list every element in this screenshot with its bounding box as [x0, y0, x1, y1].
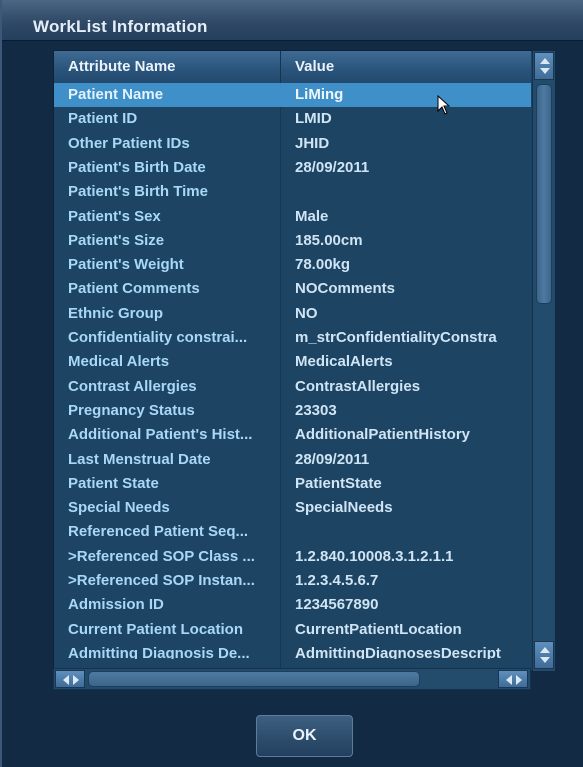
scroll-down-button[interactable]	[534, 641, 554, 669]
attribute-value-cell: SpecialNeeds	[295, 499, 393, 517]
worklist-information-dialog: WorkList Information Attribute Name Valu…	[0, 0, 583, 767]
scroll-right-button[interactable]	[498, 670, 528, 688]
attribute-name-cell: Patient Name	[68, 86, 164, 103]
table-row[interactable]: Pregnancy Status 23303	[54, 399, 531, 423]
attribute-value-cell: 23303	[295, 401, 337, 419]
table-row[interactable]: Patient's Birth Time	[54, 180, 531, 204]
horizontal-scroll-thumb[interactable]	[88, 671, 420, 687]
table-row[interactable]: Ethnic Group NO	[54, 302, 531, 326]
table-row[interactable]: Patient ID LMID	[54, 107, 531, 131]
scroll-up-button[interactable]	[534, 52, 554, 80]
table-row[interactable]: Patient's Sex Male	[54, 205, 531, 229]
attribute-name-cell: Admission ID	[68, 596, 164, 614]
attribute-value-cell: JHID	[295, 134, 330, 152]
table-row[interactable]: Patient State PatientState	[54, 472, 531, 496]
table-row[interactable]: Additional Patient's Hist... AdditionalPa…	[54, 423, 531, 447]
table-row[interactable]: >Referenced SOP Class ... 1.2.840.10008.3…	[54, 545, 531, 569]
table-row[interactable]: Confidentiality constrai... m_strConfiden…	[54, 326, 531, 350]
column-header-value[interactable]: Value	[295, 58, 334, 75]
attribute-value-cell: PatientState	[295, 474, 382, 492]
column-header-attribute-name[interactable]: Attribute Name	[68, 58, 176, 75]
table-row[interactable]: Patient's Size 185.00cm	[54, 229, 531, 253]
attribute-name-cell: Other Patient IDs	[68, 134, 190, 152]
attribute-name-cell: Patient's Weight	[68, 256, 184, 274]
scroll-left-button[interactable]	[55, 670, 85, 688]
table-row[interactable]: Patient Name LiMing	[54, 83, 531, 107]
attribute-name-cell: Patient's Birth Date	[68, 158, 206, 176]
attribute-value-cell: LiMing	[295, 86, 344, 103]
mouse-pointer-icon	[437, 95, 451, 115]
attribute-name-cell: Admitting Diagnosis De...	[68, 644, 250, 659]
attribute-value-cell: CurrentPatientLocation	[295, 620, 462, 638]
attribute-value-cell: 1.2.840.10008.3.1.2.1.1	[295, 547, 454, 565]
attribute-name-cell: Patient's Sex	[68, 207, 161, 225]
attribute-value-cell: 1.2.3.4.5.6.7	[295, 572, 379, 589]
attribute-name-cell: Current Patient Location	[68, 620, 244, 638]
attribute-value-cell: MedicalAlerts	[295, 353, 393, 371]
vertical-scroll-thumb[interactable]	[536, 84, 552, 304]
attribute-name-cell: Additional Patient's Hist...	[68, 426, 253, 444]
arrow-up-icon	[540, 58, 550, 74]
vertical-scrollbar[interactable]	[532, 51, 555, 671]
table-row[interactable]: Medical Alerts MedicalAlerts	[54, 350, 531, 374]
attribute-table: Attribute Name Value Patient Name LiMing P…	[53, 50, 555, 672]
attribute-name-cell: >Referenced SOP Instan...	[68, 572, 255, 589]
table-row[interactable]: >Referenced SOP Instan... 1.2.3.4.5.6.7	[54, 569, 531, 593]
arrow-down-icon	[540, 647, 550, 663]
attribute-value-cell: ContrastAllergies	[295, 377, 421, 395]
attribute-value-cell: 185.00cm	[295, 231, 363, 249]
attribute-name-cell: Patient's Size	[68, 231, 165, 249]
attribute-name-cell: Patient State	[68, 474, 159, 492]
attribute-name-cell: >Referenced SOP Class ...	[68, 547, 255, 565]
table-row[interactable]: Patient's Weight 78.00kg	[54, 253, 531, 277]
table-row[interactable]: Current Patient Location CurrentPatientLo…	[54, 618, 531, 642]
table-row[interactable]: Admitting Diagnosis De... AdmittingDiagno…	[54, 642, 531, 659]
attribute-value-cell: LMID	[295, 110, 332, 128]
horizontal-scrollbar[interactable]	[53, 668, 531, 690]
attribute-value-cell: 1234567890	[295, 596, 379, 614]
arrow-right-icon	[506, 675, 522, 685]
table-row[interactable]: Last Menstrual Date 28/09/2011	[54, 448, 531, 472]
attribute-name-cell: Patient ID	[68, 110, 138, 128]
table-header: Attribute Name Value	[54, 51, 531, 84]
attribute-name-cell: Contrast Allergies	[68, 377, 197, 395]
attribute-value-cell: 28/09/2011	[295, 450, 370, 468]
attribute-name-cell: Patient's Birth Time	[68, 183, 208, 201]
attribute-value-cell: Male	[295, 207, 329, 225]
table-row[interactable]: Patient Comments NOComments	[54, 277, 531, 301]
attribute-name-cell: Referenced Patient Seq...	[68, 523, 249, 541]
attribute-name-cell: Ethnic Group	[68, 304, 163, 322]
ok-button[interactable]: OK	[256, 715, 353, 757]
attribute-name-cell: Pregnancy Status	[68, 401, 195, 419]
table-row[interactable]: Other Patient IDs JHID	[54, 132, 531, 156]
attribute-value-cell: 78.00kg	[295, 256, 351, 274]
table-row[interactable]: Referenced Patient Seq...	[54, 520, 531, 544]
table-body: Patient Name LiMing Patient ID LMID Other Pa…	[54, 83, 531, 659]
attribute-value-cell: NOComments	[295, 280, 396, 298]
attribute-value-cell: AdditionalPatientHistory	[295, 426, 471, 444]
table-row[interactable]: Contrast Allergies ContrastAllergies	[54, 375, 531, 399]
attribute-value-cell: AdmittingDiagnosesDescript	[295, 644, 501, 659]
title-bar: WorkList Information	[2, 0, 583, 41]
dialog-title: WorkList Information	[33, 17, 208, 36]
attribute-value-cell: m_strConfidentialityConstra	[295, 329, 497, 346]
attribute-value-cell: 28/09/2011	[295, 158, 370, 176]
attribute-name-cell: Last Menstrual Date	[68, 450, 211, 468]
attribute-name-cell: Special Needs	[68, 499, 170, 517]
table-row[interactable]: Patient's Birth Date 28/09/2011	[54, 156, 531, 180]
table-row[interactable]: Admission ID 1234567890	[54, 593, 531, 617]
attribute-name-cell: Confidentiality constrai...	[68, 329, 248, 346]
attribute-name-cell: Medical Alerts	[68, 353, 170, 371]
arrow-left-icon	[63, 675, 79, 685]
attribute-value-cell: NO	[295, 304, 318, 322]
table-row[interactable]: Special Needs SpecialNeeds	[54, 496, 531, 520]
attribute-name-cell: Patient Comments	[68, 280, 200, 298]
header-divider	[280, 51, 281, 83]
